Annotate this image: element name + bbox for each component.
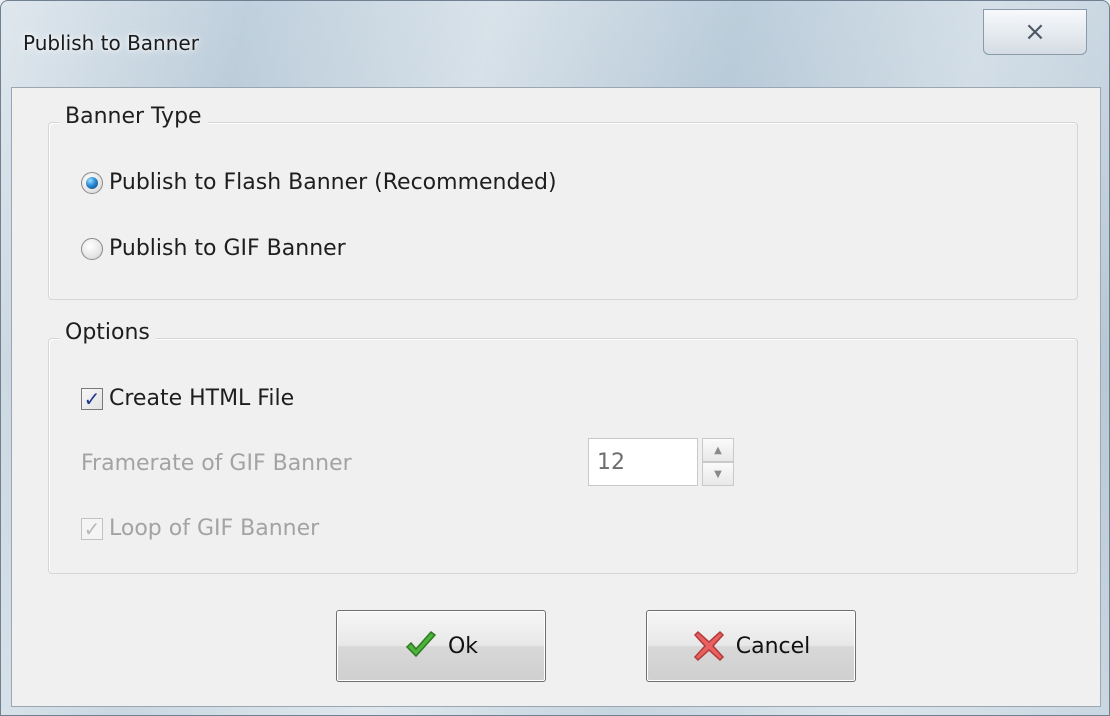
spin-down-button[interactable]: ▼ (702, 462, 734, 486)
framerate-input[interactable] (588, 438, 698, 486)
close-icon: ⨯ (1024, 17, 1046, 47)
chevron-up-icon: ▲ (714, 444, 722, 456)
options-group: Options ✓ Create HTML File Framerate of … (48, 320, 1078, 574)
framerate-label: Framerate of GIF Banner (81, 451, 352, 476)
radio-button-unselected[interactable] (81, 237, 103, 260)
spin-up-button[interactable]: ▲ (702, 438, 734, 462)
framerate-stepper[interactable]: ▲ ▼ (702, 438, 734, 486)
radio-flash-label: Publish to Flash Banner (Recommended) (109, 170, 557, 195)
radio-button-selected[interactable] (81, 171, 103, 194)
options-title: Options (59, 320, 156, 345)
checkmark-icon (405, 630, 437, 658)
x-icon (693, 630, 724, 662)
loop-gif-checkbox[interactable]: ✓ (81, 516, 103, 541)
checkmark-icon: ✓ (83, 386, 101, 411)
cancel-button[interactable]: Cancel (646, 610, 856, 682)
close-button[interactable]: ⨯ (983, 9, 1087, 55)
ok-button[interactable]: Ok (336, 610, 546, 682)
checkbox-loop-gif[interactable]: ✓ Loop of GIF Banner (81, 516, 319, 541)
banner-type-group: Banner Type Publish to Flash Banner (Rec… (48, 104, 1078, 300)
window-title: Publish to Banner (23, 31, 199, 55)
chevron-down-icon: ▼ (714, 468, 722, 480)
title-bar[interactable]: Publish to Banner ⨯ (1, 1, 1110, 89)
radio-gif-label: Publish to GIF Banner (109, 236, 346, 261)
checkbox-create-html[interactable]: ✓ Create HTML File (81, 386, 294, 411)
create-html-checkbox[interactable]: ✓ (81, 386, 103, 411)
radio-gif-banner[interactable]: Publish to GIF Banner (81, 236, 346, 261)
ok-label: Ok (447, 633, 479, 659)
loop-gif-label: Loop of GIF Banner (109, 516, 320, 541)
framerate-row: Framerate of GIF Banner (81, 451, 352, 476)
dialog-body: Banner Type Publish to Flash Banner (Rec… (11, 87, 1101, 707)
radio-flash-banner[interactable]: Publish to Flash Banner (Recommended) (81, 170, 557, 195)
create-html-label: Create HTML File (109, 386, 295, 411)
banner-type-title: Banner Type (59, 104, 208, 129)
checkmark-icon: ✓ (83, 516, 101, 541)
cancel-label: Cancel (735, 633, 811, 659)
dialog-window: Publish to Banner ⨯ Banner Type Publish … (0, 0, 1110, 716)
